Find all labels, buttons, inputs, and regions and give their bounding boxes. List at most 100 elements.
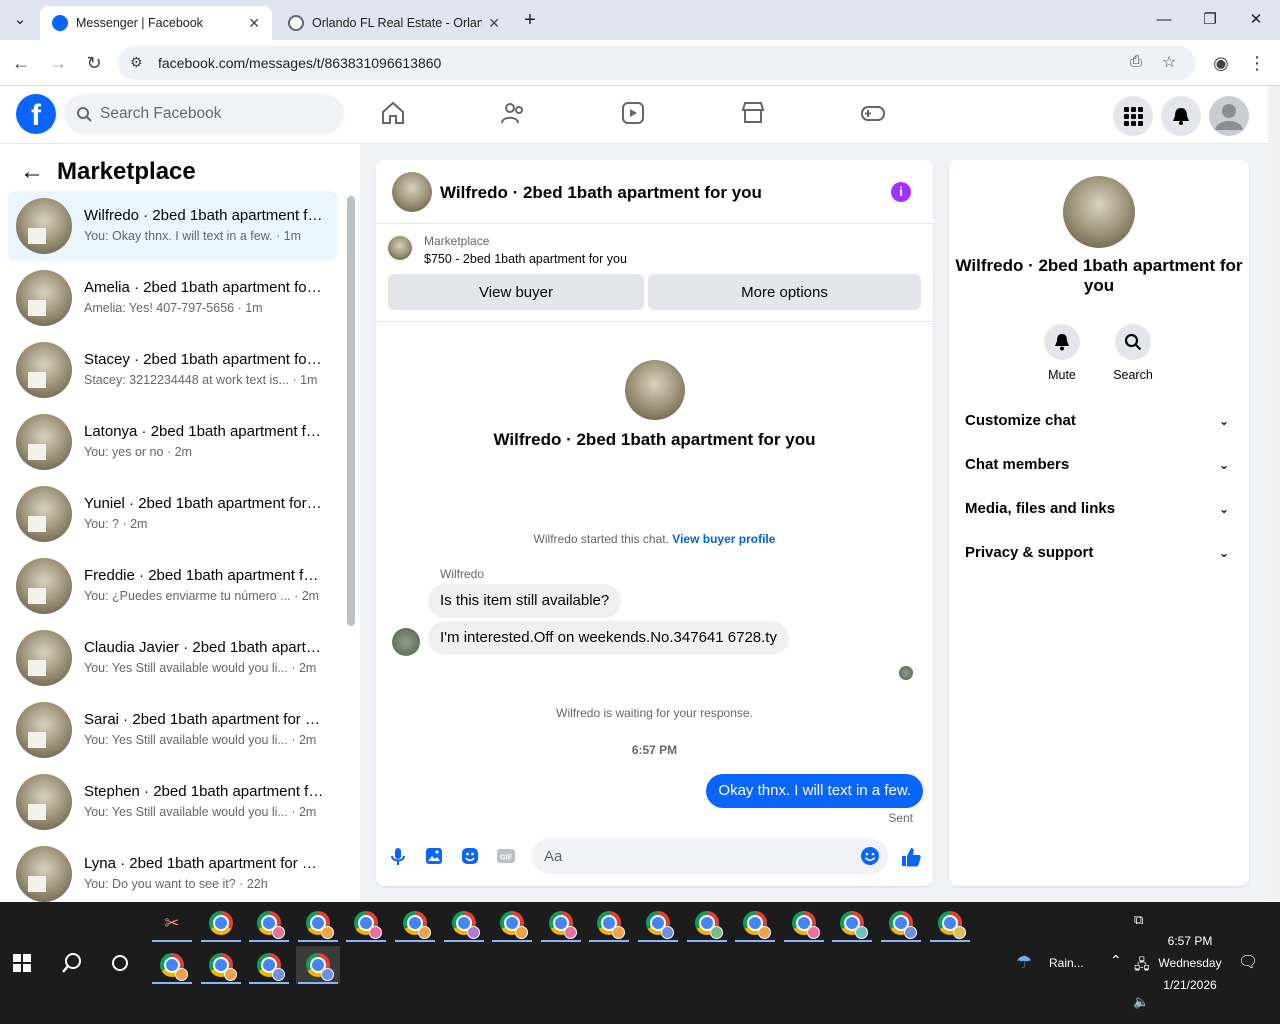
chrome-window-icon[interactable] (199, 946, 243, 984)
incoming-message[interactable]: Is this item still available? (428, 584, 622, 618)
info-icon[interactable]: i (891, 182, 911, 202)
photo-icon[interactable] (424, 846, 444, 866)
marketplace-icon[interactable] (740, 100, 766, 126)
chrome-window-icon[interactable] (199, 904, 243, 942)
chrome-window-icon[interactable] (733, 904, 777, 942)
new-tab-icon[interactable]: + (518, 8, 542, 32)
view-buyer-button[interactable]: View buyer (388, 274, 644, 310)
media-files-links-section[interactable]: Media, files and links ⌄ (965, 500, 1233, 530)
conversation-item[interactable]: Stephen · 2bed 1bath apartment for you Yo… (8, 767, 337, 837)
chrome-window-icon[interactable] (296, 904, 340, 942)
chrome-window-icon[interactable] (685, 904, 729, 942)
chrome-window-icon[interactable] (295, 946, 340, 984)
friends-icon[interactable] (500, 100, 526, 126)
tab-search-icon[interactable]: ⌄ (8, 8, 32, 32)
notifications-icon[interactable]: 🗨 (1238, 952, 1258, 972)
conversation-item[interactable]: Freddie · 2bed 1bath apartment for you Yo… (8, 551, 337, 621)
incoming-message[interactable]: I'm interested.Off on weekends.No.347641… (428, 621, 789, 655)
chrome-window-icon[interactable] (393, 904, 437, 942)
tray-chevron-up-icon[interactable]: ⌃ (1110, 952, 1122, 969)
chrome-window-icon[interactable] (830, 904, 874, 942)
sender-avatar[interactable] (392, 628, 420, 656)
tab-messenger[interactable]: Messenger | Facebook ✕ (40, 6, 272, 40)
network-icon[interactable]: 🖧 (1134, 954, 1150, 978)
chrome-window-icon[interactable] (247, 904, 291, 942)
forward-icon[interactable]: → (47, 52, 69, 74)
chrome-window-icon[interactable] (490, 904, 534, 942)
volume-icon[interactable]: 🔈 (1133, 994, 1149, 1010)
more-options-button[interactable]: More options (648, 274, 921, 310)
info-avatar[interactable] (1063, 176, 1135, 248)
emoji-icon[interactable] (860, 846, 880, 866)
page-scrollbar[interactable] (1268, 86, 1280, 902)
browser-menu-icon[interactable]: ⋮ (1246, 52, 1268, 74)
weather-text[interactable]: Rain... (1049, 956, 1084, 970)
home-icon[interactable] (380, 100, 406, 126)
facebook-search-input[interactable]: Search Facebook (64, 94, 344, 134)
conversation-item[interactable]: Claudia Javier · 2bed 1bath apartment fo… (8, 623, 337, 693)
mute-button[interactable]: Mute (1032, 324, 1092, 382)
customize-chat-section[interactable]: Customize chat ⌄ (965, 412, 1233, 442)
chrome-window-icon[interactable] (587, 904, 631, 942)
reload-icon[interactable]: ↻ (83, 52, 105, 74)
back-icon[interactable]: ← (10, 52, 32, 74)
intro-avatar[interactable] (625, 360, 685, 420)
clock-time[interactable]: 6:57 PM (1160, 934, 1220, 948)
sticker-icon[interactable] (460, 846, 480, 866)
close-tab-icon[interactable]: ✕ (488, 15, 500, 32)
restore-icon[interactable]: ❐ (1198, 8, 1222, 32)
listing-title[interactable]: $750 - 2bed 1bath apartment for you (424, 252, 627, 266)
conversation-item[interactable]: Lyna · 2bed 1bath apartment for you You: … (8, 839, 337, 909)
tab-orlando[interactable]: Orlando FL Real Estate - Orland ✕ (276, 6, 512, 40)
weather-umbrella-icon[interactable]: ☂ (1016, 952, 1032, 973)
notifications-bell-icon[interactable] (1161, 96, 1201, 136)
conversation-item[interactable]: Stacey · 2bed 1bath apartment for you Sta… (8, 335, 337, 405)
chrome-window-icon[interactable] (247, 946, 291, 984)
chrome-window-icon[interactable] (636, 904, 680, 942)
clock-day[interactable]: Wednesday (1155, 956, 1225, 970)
conversation-item[interactable]: Sarai · 2bed 1bath apartment for you You:… (8, 695, 337, 765)
conversation-item[interactable]: Latonya · 2bed 1bath apartment for you Yo… (8, 407, 337, 477)
chrome-window-icon[interactable] (442, 904, 486, 942)
conversation-item[interactable]: Amelia · 2bed 1bath apartment for you Ame… (8, 263, 337, 333)
account-avatar[interactable] (1209, 96, 1249, 136)
view-buyer-profile-link[interactable]: View buyer profile (672, 532, 775, 546)
clock-date[interactable]: 1/21/2026 (1155, 978, 1225, 992)
site-info-icon[interactable]: ⚙ (130, 54, 143, 71)
chat-title[interactable]: Wilfredo · 2bed 1bath apartment for you (440, 183, 762, 203)
minimize-icon[interactable]: — (1152, 8, 1176, 32)
taskbar-search-icon[interactable] (50, 944, 94, 982)
chrome-window-icon[interactable] (782, 904, 826, 942)
privacy-support-section[interactable]: Privacy & support ⌄ (965, 544, 1233, 574)
url-field[interactable]: ⚙ facebook.com/messages/t/86383109661386… (118, 46, 1196, 80)
conversation-item[interactable]: Yuniel · 2bed 1bath apartment for you You… (8, 479, 337, 549)
conversation-item[interactable]: Wilfredo · 2bed 1bath apartment for you Y… (8, 191, 337, 261)
chat-avatar[interactable] (392, 172, 432, 212)
gaming-icon[interactable] (860, 100, 886, 126)
install-app-icon[interactable]: ⎙ (1130, 53, 1142, 70)
snipping-tool-icon[interactable]: ✂ (150, 904, 194, 942)
listing-thumbnail[interactable] (388, 236, 412, 260)
close-window-icon[interactable]: ✕ (1244, 8, 1268, 32)
chrome-window-icon[interactable] (879, 904, 923, 942)
video-icon[interactable] (620, 100, 646, 126)
search-chat-button[interactable]: Search (1103, 324, 1163, 382)
profile-icon[interactable]: ◉ (1210, 52, 1232, 74)
chrome-window-icon[interactable] (928, 904, 972, 942)
message-input[interactable]: Aa (532, 838, 888, 874)
microphone-icon[interactable] (388, 846, 408, 866)
like-thumb-icon[interactable] (900, 846, 922, 868)
gif-icon[interactable]: GIF (496, 846, 516, 866)
chrome-window-icon[interactable] (150, 946, 194, 984)
chat-members-section[interactable]: Chat members ⌄ (965, 456, 1233, 486)
meet-now-icon[interactable]: ⧉ (1134, 912, 1143, 928)
chrome-window-icon[interactable] (344, 904, 388, 942)
outgoing-message[interactable]: Okay thnx. I will text in a few. (706, 774, 923, 808)
bookmark-star-icon[interactable]: ☆ (1162, 52, 1176, 72)
windows-start-icon[interactable] (0, 944, 44, 982)
back-arrow-icon[interactable]: ← (20, 158, 44, 186)
cortana-icon[interactable] (98, 944, 142, 982)
menu-grid-icon[interactable] (1113, 96, 1153, 136)
facebook-logo-icon[interactable]: f (16, 94, 56, 134)
close-tab-icon[interactable]: ✕ (248, 15, 260, 32)
